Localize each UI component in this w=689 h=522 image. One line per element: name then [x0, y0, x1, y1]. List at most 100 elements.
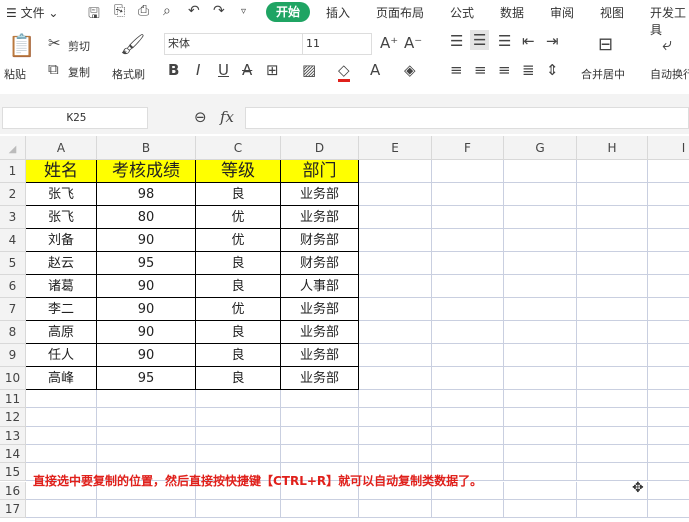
cell[interactable] [648, 229, 689, 252]
row-header[interactable]: 9 [0, 344, 26, 367]
cut-button[interactable]: 剪切 [68, 38, 90, 54]
row-header[interactable]: 6 [0, 275, 26, 298]
table-cell[interactable]: 张飞 [26, 183, 97, 206]
tab-review[interactable]: 审阅 [550, 4, 574, 21]
merge-center-button[interactable]: 合并居中 [581, 66, 625, 82]
column-header[interactable]: D [281, 136, 359, 160]
cell[interactable] [577, 321, 648, 344]
cell[interactable] [432, 367, 504, 390]
cell[interactable] [577, 390, 648, 409]
cell[interactable] [504, 367, 577, 390]
cell[interactable] [504, 344, 577, 367]
cell[interactable] [577, 252, 648, 275]
brush-icon[interactable]: 🖌 [120, 32, 145, 56]
cell[interactable] [648, 252, 689, 275]
cell[interactable] [648, 160, 689, 183]
table-cell[interactable]: 90 [97, 229, 196, 252]
font-grow-icon[interactable]: A⁺ [380, 34, 398, 52]
align-top-icon[interactable]: ☰ [450, 32, 463, 50]
font-color-icon[interactable]: A [370, 61, 380, 79]
strikethrough-icon[interactable]: A [242, 61, 252, 79]
select-all-corner[interactable]: ◢ [0, 136, 26, 160]
cell[interactable] [281, 408, 359, 427]
table-cell[interactable]: 良 [196, 183, 281, 206]
cell[interactable] [504, 390, 577, 409]
header-cell[interactable]: 考核成绩 [97, 160, 196, 183]
row-header[interactable]: 13 [0, 426, 26, 445]
cell[interactable] [359, 367, 432, 390]
cell[interactable] [359, 206, 432, 229]
cell[interactable] [648, 183, 689, 206]
table-cell[interactable]: 98 [97, 183, 196, 206]
cell[interactable] [432, 160, 504, 183]
cell[interactable] [577, 160, 648, 183]
table-cell[interactable]: 优 [196, 206, 281, 229]
row-header[interactable]: 17 [0, 499, 26, 519]
table-cell[interactable]: 业务部 [281, 206, 359, 229]
cell[interactable] [432, 321, 504, 344]
italic-icon[interactable]: I [196, 61, 200, 79]
cell[interactable] [359, 160, 432, 183]
cell[interactable] [281, 426, 359, 445]
paste-button[interactable]: 粘贴 [4, 66, 26, 82]
tab-formula[interactable]: 公式 [450, 4, 474, 21]
border-icon[interactable]: ⊞ [266, 61, 279, 79]
cell[interactable] [577, 499, 648, 519]
cell[interactable] [432, 499, 504, 519]
cell[interactable] [648, 500, 689, 519]
cell[interactable] [577, 463, 648, 482]
row-header[interactable]: 11 [0, 390, 26, 409]
cell[interactable] [359, 183, 432, 206]
more-icon[interactable]: ▿ [241, 6, 246, 17]
cell[interactable] [504, 275, 577, 298]
cell[interactable] [196, 499, 281, 519]
cell[interactable] [577, 206, 648, 229]
table-cell[interactable]: 优 [196, 298, 281, 321]
cell[interactable] [504, 206, 577, 229]
wrap-icon[interactable]: ⤶ [662, 34, 672, 55]
cell[interactable] [97, 444, 196, 464]
header-cell[interactable]: 姓名 [26, 160, 97, 183]
clear-icon[interactable]: ◈ [404, 61, 416, 79]
table-cell[interactable]: 90 [97, 298, 196, 321]
column-header[interactable]: A [26, 136, 97, 160]
table-cell[interactable]: 良 [196, 344, 281, 367]
table-cell[interactable]: 90 [97, 321, 196, 344]
merge-icon[interactable]: ⊟ [598, 34, 613, 55]
tab-insert[interactable]: 插入 [326, 4, 350, 21]
cell[interactable] [281, 444, 359, 464]
cell[interactable] [577, 183, 648, 206]
cell[interactable] [648, 445, 689, 464]
header-cell[interactable]: 部门 [281, 160, 359, 183]
cell[interactable] [648, 206, 689, 229]
wrap-text-button[interactable]: 自动换行 [650, 66, 689, 82]
cell[interactable] [359, 408, 432, 427]
cell[interactable] [359, 229, 432, 252]
cell[interactable] [432, 229, 504, 252]
table-cell[interactable]: 李二 [26, 298, 97, 321]
file-menu[interactable]: ☰ 文件 ⌄ [6, 4, 58, 21]
cell[interactable] [577, 426, 648, 445]
table-cell[interactable]: 业务部 [281, 321, 359, 344]
copy-icon[interactable]: ⧉ [48, 60, 59, 78]
cell[interactable] [504, 426, 577, 445]
cell[interactable] [196, 444, 281, 464]
indent-decrease-icon[interactable]: ⇤ [522, 32, 535, 50]
cell[interactable] [359, 444, 432, 464]
cell[interactable] [359, 499, 432, 519]
bold-icon[interactable]: B [168, 61, 179, 79]
cell[interactable] [648, 344, 689, 367]
table-cell[interactable]: 95 [97, 252, 196, 275]
table-cell[interactable]: 业务部 [281, 183, 359, 206]
row-header[interactable]: 5 [0, 252, 26, 275]
column-header[interactable]: B [97, 136, 196, 160]
fill-color-icon[interactable]: ◇ [338, 61, 350, 82]
cell[interactable] [432, 408, 504, 427]
row-header[interactable]: 15 [0, 463, 26, 482]
cell[interactable] [26, 499, 97, 519]
row-header[interactable]: 4 [0, 229, 26, 252]
table-cell[interactable]: 财务部 [281, 229, 359, 252]
table-cell[interactable]: 刘备 [26, 229, 97, 252]
table-cell[interactable]: 90 [97, 344, 196, 367]
align-center-icon[interactable]: ≡ [474, 61, 487, 79]
